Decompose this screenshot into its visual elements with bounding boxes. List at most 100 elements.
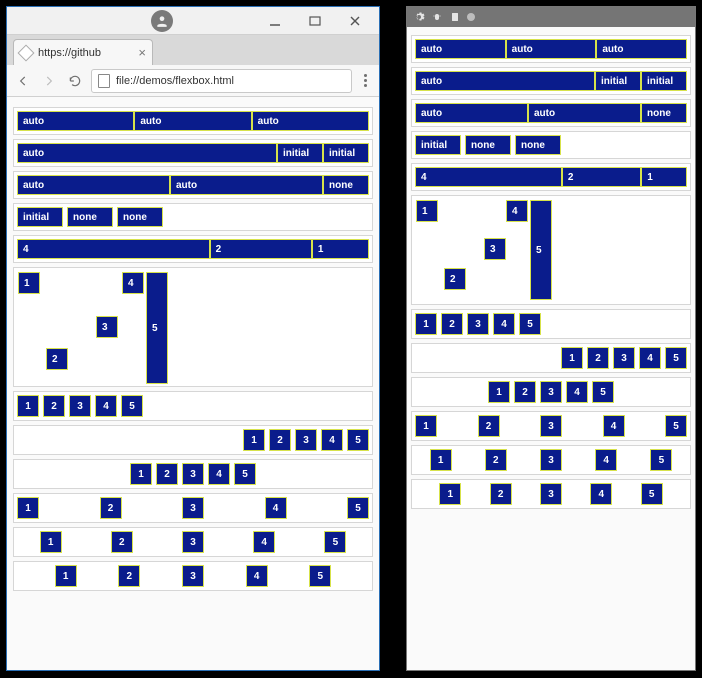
- flex-cell: 4: [246, 565, 268, 587]
- kebab-menu-icon[interactable]: [358, 74, 373, 87]
- flex-cell: 5: [146, 272, 168, 384]
- window-minimize-button[interactable]: [255, 10, 295, 32]
- browser-tab[interactable]: https://github ×: [13, 39, 153, 65]
- flex-cell: 3: [182, 531, 204, 553]
- flex-cell: 3: [467, 313, 489, 335]
- flex-cell: 3: [69, 395, 91, 417]
- desktop-browser-window: https://github × file://demos/flexbox.ht…: [6, 6, 380, 671]
- flex-cell: 2: [269, 429, 291, 451]
- flex-cell: initial: [277, 143, 323, 163]
- flex-cell: 2: [587, 347, 609, 369]
- flex-row-auto3: auto auto auto: [13, 107, 373, 135]
- flex-cell: 4: [639, 347, 661, 369]
- flex-cell: 4: [17, 239, 210, 259]
- flex-cell: 3: [540, 381, 562, 403]
- flex-cell: 5: [530, 200, 552, 300]
- status-dot-icon: [467, 13, 475, 21]
- flex-cell: auto: [596, 39, 687, 59]
- flex-cell: 2: [111, 531, 133, 553]
- flex-cell: 4: [208, 463, 230, 485]
- flex-cell: 3: [613, 347, 635, 369]
- url-text: file://demos/flexbox.html: [116, 75, 234, 87]
- user-profile-icon[interactable]: [151, 10, 173, 32]
- flex-cell: 5: [641, 483, 663, 505]
- tab-title: https://github: [38, 47, 132, 59]
- flex-cell: none: [465, 135, 511, 155]
- flex-cell: 5: [592, 381, 614, 403]
- flex-cell: none: [641, 103, 687, 123]
- flex-justify-center: 1 2 3 4 5: [13, 459, 373, 489]
- flex-cell: auto: [506, 39, 597, 59]
- flex-cell: 4: [95, 395, 117, 417]
- flex-cell: 4: [493, 313, 515, 335]
- flex-cell: 2: [444, 268, 466, 290]
- flex-cell: 1: [312, 239, 369, 259]
- flex-align-demo: 1 2 3 4 5: [13, 267, 373, 387]
- flex-cell: none: [515, 135, 561, 155]
- flex-cell: 5: [347, 497, 369, 519]
- flex-justify-start: 1 2 3 4 5: [13, 391, 373, 421]
- flex-cell: 1: [130, 463, 152, 485]
- reload-button[interactable]: [65, 71, 85, 91]
- flex-cell: 1: [430, 449, 452, 471]
- flex-row-auto3: auto auto auto: [411, 35, 691, 63]
- flex-cell: 4: [321, 429, 343, 451]
- flex-justify-between: 1 2 3 4 5: [411, 411, 691, 441]
- window-close-button[interactable]: [335, 10, 375, 32]
- flex-cell: 3: [484, 238, 506, 260]
- desktop-viewport[interactable]: auto auto auto auto initial initial auto…: [7, 97, 379, 670]
- close-icon[interactable]: ×: [138, 46, 146, 59]
- flex-cell: auto: [528, 103, 641, 123]
- flex-cell: 1: [561, 347, 583, 369]
- flex-cell: 5: [665, 347, 687, 369]
- flex-cell: auto: [17, 175, 170, 195]
- flex-cell: 4: [415, 167, 562, 187]
- flex-cell: 4: [506, 200, 528, 222]
- flex-cell: 2: [485, 449, 507, 471]
- flex-cell: 4: [253, 531, 275, 553]
- flex-cell: auto: [252, 111, 369, 131]
- flex-cell: 3: [295, 429, 317, 451]
- flex-cell: 1: [243, 429, 265, 451]
- flex-cell: none: [67, 207, 113, 227]
- flex-justify-end: 1 2 3 4 5: [411, 343, 691, 373]
- flex-cell: 5: [519, 313, 541, 335]
- android-statusbar: [407, 7, 695, 27]
- flex-cell: auto: [134, 111, 251, 131]
- flex-cell: 3: [540, 483, 562, 505]
- flex-cell: 2: [514, 381, 536, 403]
- flex-row-421: 4 2 1: [411, 163, 691, 191]
- flex-cell: auto: [415, 39, 506, 59]
- flex-cell: 3: [182, 463, 204, 485]
- android-device-window: auto auto auto auto initial initial auto…: [406, 6, 696, 671]
- flex-cell: auto: [415, 103, 528, 123]
- flex-cell: 4: [595, 449, 617, 471]
- back-button[interactable]: [13, 71, 33, 91]
- flex-cell: auto: [17, 111, 134, 131]
- flex-cell: 1: [416, 200, 438, 222]
- window-maximize-button[interactable]: [295, 10, 335, 32]
- flex-justify-around: 1 2 3 4 5: [411, 445, 691, 475]
- address-bar[interactable]: file://demos/flexbox.html: [91, 69, 352, 93]
- flex-cell: 1: [55, 565, 77, 587]
- flex-row-initial-none: initial none none: [411, 131, 691, 159]
- flex-cell: 2: [43, 395, 65, 417]
- flex-justify-evenly: 1 2 3 4 5: [411, 479, 691, 509]
- bug-icon: [431, 11, 443, 23]
- flex-cell: none: [323, 175, 369, 195]
- flex-cell: auto: [170, 175, 323, 195]
- flex-cell: initial: [17, 207, 63, 227]
- window-titlebar: [7, 7, 379, 35]
- flex-cell: auto: [17, 143, 277, 163]
- flex-row-initial-none: initial none none: [13, 203, 373, 231]
- flex-row-auto-none: auto auto none: [13, 171, 373, 199]
- flex-row-auto-initial: auto initial initial: [411, 67, 691, 95]
- flex-justify-start: 1 2 3 4 5: [411, 309, 691, 339]
- flex-cell: 5: [121, 395, 143, 417]
- flex-cell: 1: [17, 395, 39, 417]
- flex-cell: 3: [540, 449, 562, 471]
- android-viewport[interactable]: auto auto auto auto initial initial auto…: [407, 27, 695, 670]
- flex-cell: 3: [96, 316, 118, 338]
- flex-cell: 2: [210, 239, 312, 259]
- forward-button[interactable]: [39, 71, 59, 91]
